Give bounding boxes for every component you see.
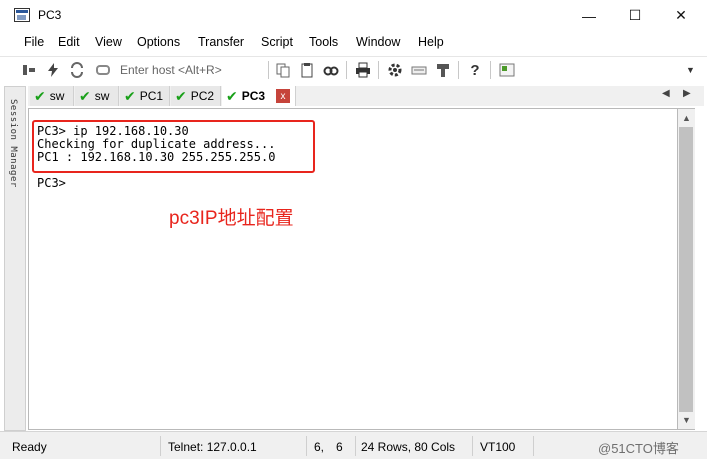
screen-icon[interactable] bbox=[498, 61, 516, 79]
tab-label: sw bbox=[94, 89, 110, 103]
toolbar-divider bbox=[268, 61, 269, 79]
menu-edit[interactable]: Edit bbox=[58, 35, 80, 49]
lightning-icon[interactable] bbox=[44, 61, 62, 79]
tab-pc2[interactable]: ✔ PC2 bbox=[171, 86, 221, 106]
status-divider bbox=[160, 436, 161, 456]
reconnect-icon[interactable] bbox=[68, 61, 86, 79]
maximize-button[interactable]: ☐ bbox=[612, 0, 658, 31]
tab-label: PC3 bbox=[241, 89, 266, 103]
app-icon bbox=[14, 8, 30, 22]
check-icon: ✔ bbox=[124, 87, 136, 104]
settings-icon[interactable] bbox=[386, 61, 404, 79]
tab-pc1[interactable]: ✔ PC1 bbox=[120, 86, 170, 106]
host-input[interactable] bbox=[116, 60, 262, 80]
toolbar: ? ▼ bbox=[0, 56, 707, 82]
chevron-down-icon[interactable]: ▼ bbox=[686, 65, 695, 75]
status-connection: Telnet: 127.0.0.1 bbox=[168, 440, 257, 454]
copy-icon[interactable] bbox=[274, 61, 292, 79]
reconnect-all-icon[interactable] bbox=[94, 61, 112, 79]
tab-bar: ✔ sw ✔ sw ✔ PC1 ✔ PC2 ✔ PC3 x ◀ ▶ bbox=[28, 86, 704, 106]
tab-sw-1[interactable]: ✔ sw bbox=[30, 86, 74, 106]
menu-options[interactable]: Options bbox=[137, 35, 180, 49]
terminal-output[interactable]: PC3> ip 192.168.10.30 Checking for dupli… bbox=[28, 108, 678, 430]
menu-window[interactable]: Window bbox=[356, 35, 400, 49]
menu-file[interactable]: File bbox=[24, 35, 44, 49]
menu-help[interactable]: Help bbox=[418, 35, 444, 49]
keymap-icon[interactable] bbox=[410, 61, 428, 79]
status-bar: Ready Telnet: 127.0.0.1 6, 6 24 Rows, 80… bbox=[0, 431, 707, 459]
terminal-scrollbar[interactable]: ▲ ▼ bbox=[678, 108, 695, 430]
close-button[interactable]: ✕ bbox=[658, 0, 704, 31]
tab-label: sw bbox=[49, 89, 65, 103]
scroll-thumb[interactable] bbox=[679, 127, 693, 412]
annotation-text: pc3IP地址配置 bbox=[169, 208, 294, 229]
tab-sw-2[interactable]: ✔ sw bbox=[75, 86, 119, 106]
toolbar-divider bbox=[458, 61, 459, 79]
print-icon[interactable] bbox=[354, 61, 372, 79]
check-icon: ✔ bbox=[226, 87, 238, 104]
status-ready: Ready bbox=[12, 440, 47, 454]
scroll-up-icon[interactable]: ▲ bbox=[678, 111, 695, 125]
watermark: @51CTO博客 bbox=[598, 441, 679, 456]
toolbar-divider bbox=[378, 61, 379, 79]
find-icon[interactable] bbox=[322, 61, 340, 79]
toolbar-divider bbox=[346, 61, 347, 79]
status-size: 24 Rows, 80 Cols bbox=[361, 440, 456, 454]
highlight-box bbox=[32, 120, 315, 173]
tab-label: PC2 bbox=[190, 89, 215, 103]
status-emulation: VT100 bbox=[480, 440, 516, 454]
session-manager-label: Session Manager bbox=[8, 99, 18, 188]
title-bar: PC3 — ☐ ✕ bbox=[0, 0, 707, 31]
tab-close-icon[interactable]: x bbox=[276, 89, 290, 103]
tab-scroll-left-icon[interactable]: ◀ bbox=[662, 88, 670, 99]
status-cursor-row: 6, bbox=[314, 440, 325, 454]
connect-icon[interactable] bbox=[20, 61, 38, 79]
paste-icon[interactable] bbox=[298, 61, 316, 79]
window-title: PC3 bbox=[38, 8, 62, 22]
menu-script[interactable]: Script bbox=[261, 35, 293, 49]
minimize-button[interactable]: — bbox=[566, 0, 612, 31]
status-divider bbox=[472, 436, 473, 456]
check-icon: ✔ bbox=[34, 87, 46, 104]
status-divider bbox=[533, 436, 534, 456]
terminal-prompt: PC3> bbox=[37, 176, 66, 190]
help-icon[interactable]: ? bbox=[466, 61, 484, 79]
status-divider bbox=[355, 436, 356, 456]
check-icon: ✔ bbox=[175, 87, 187, 104]
status-cursor-col: 6 bbox=[336, 440, 343, 454]
tab-scroll-right-icon[interactable]: ▶ bbox=[683, 88, 691, 99]
status-divider bbox=[306, 436, 307, 456]
check-icon: ✔ bbox=[79, 87, 91, 104]
sftp-icon[interactable] bbox=[434, 61, 452, 79]
session-manager-strip[interactable]: Session Manager bbox=[4, 86, 26, 431]
menu-bar: File Edit View Options Transfer Script T… bbox=[0, 31, 707, 55]
toolbar-divider bbox=[490, 61, 491, 79]
tab-label: PC1 bbox=[139, 89, 164, 103]
menu-tools[interactable]: Tools bbox=[309, 35, 338, 49]
menu-transfer[interactable]: Transfer bbox=[198, 35, 244, 49]
scroll-down-icon[interactable]: ▼ bbox=[678, 413, 695, 427]
menu-view[interactable]: View bbox=[95, 35, 122, 49]
